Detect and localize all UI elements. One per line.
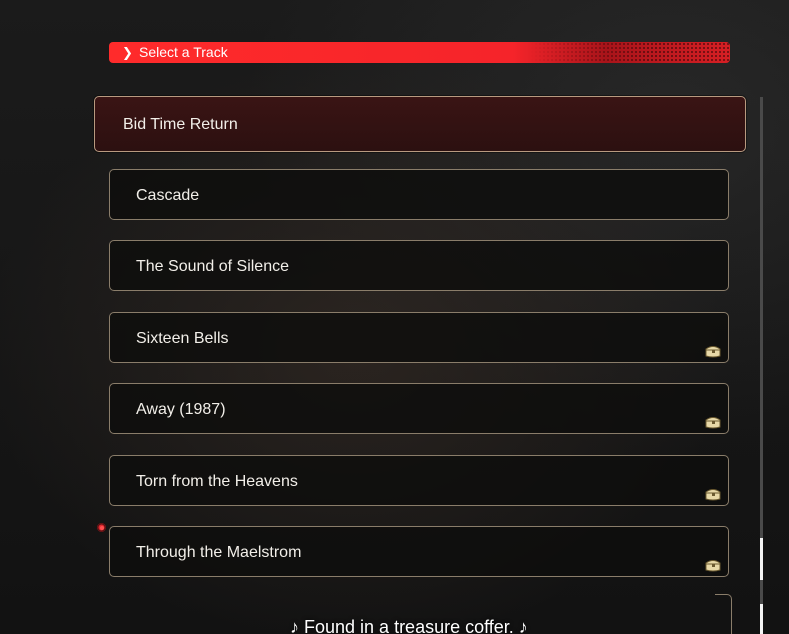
- track-label: Away (1987): [136, 401, 226, 418]
- track-label: Cascade: [136, 187, 200, 204]
- track-label: Sixteen Bells: [136, 330, 229, 347]
- track-label: Through the Maelstrom: [136, 544, 302, 561]
- track-item-bid-time-return[interactable]: Bid Time Return: [94, 96, 746, 152]
- track-item-through-the-maelstrom[interactable]: Through the Maelstrom: [109, 526, 729, 577]
- track-label: Torn from the Heavens: [136, 473, 298, 490]
- track-item-cascade[interactable]: Cascade: [109, 169, 729, 220]
- scrollbar-thumb[interactable]: [760, 538, 763, 580]
- treasure-chest-icon: [705, 346, 721, 358]
- track-label: The Sound of Silence: [136, 258, 289, 275]
- track-label: Bid Time Return: [123, 116, 238, 133]
- treasure-chest-icon: [705, 417, 721, 429]
- track-item-away-1987[interactable]: Away (1987): [109, 383, 729, 434]
- treasure-chest-icon: [705, 489, 721, 501]
- track-item-sixteen-bells[interactable]: Sixteen Bells: [109, 312, 729, 363]
- track-item-torn-from-the-heavens[interactable]: Torn from the Heavens: [109, 455, 729, 506]
- track-item-partial[interactable]: [715, 594, 732, 634]
- track-source-tooltip: ♪ Found in a treasure coffer. ♪: [290, 617, 528, 634]
- track-item-the-sound-of-silence[interactable]: The Sound of Silence: [109, 240, 729, 291]
- chevron-right-icon: ❯: [122, 45, 133, 60]
- header-title: Select a Track: [139, 44, 228, 60]
- scrollbar-thumb-lower[interactable]: [760, 604, 763, 634]
- track-select-screen: ❯ Select a Track Bid Time Return Cascade…: [0, 0, 789, 634]
- treasure-chest-icon: [705, 560, 721, 572]
- select-track-header: ❯ Select a Track: [109, 42, 730, 63]
- new-indicator-dot: [97, 523, 106, 532]
